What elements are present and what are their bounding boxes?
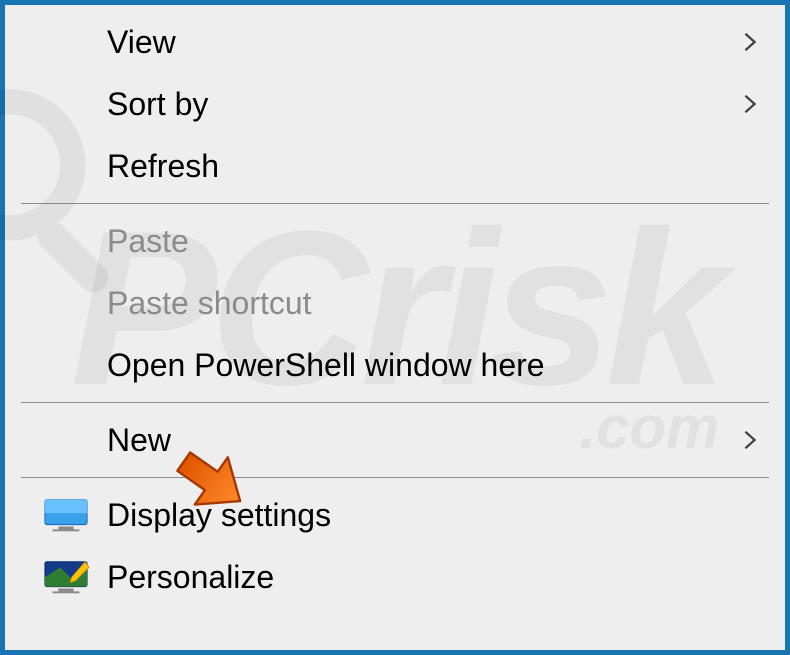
chevron-right-icon (739, 93, 761, 115)
menu-item-new[interactable]: New (5, 409, 785, 471)
menu-item-label: Open PowerShell window here (107, 347, 761, 384)
menu-item-sort-by[interactable]: Sort by (5, 73, 785, 135)
desktop-context-menu: PCrisk .com View Sort by Refresh Paste P… (0, 0, 790, 655)
separator (21, 203, 769, 204)
menu-item-open-powershell[interactable]: Open PowerShell window here (5, 334, 785, 396)
menu-item-display-settings[interactable]: Display settings (5, 484, 785, 546)
separator (21, 402, 769, 403)
menu-item-paste: Paste (5, 210, 785, 272)
separator (21, 477, 769, 478)
menu-item-label: Paste shortcut (107, 285, 761, 322)
menu-item-label: Refresh (107, 148, 761, 185)
menu-item-label: New (107, 422, 739, 459)
menu-item-label: Paste (107, 223, 761, 260)
menu-item-personalize[interactable]: Personalize (5, 546, 785, 608)
monitor-icon (43, 497, 89, 533)
personalize-icon (43, 559, 89, 595)
menu-item-view[interactable]: View (5, 11, 785, 73)
menu-item-label: View (107, 24, 739, 61)
menu-item-refresh[interactable]: Refresh (5, 135, 785, 197)
icon-slot (43, 559, 107, 595)
icon-slot (43, 497, 107, 533)
menu-item-paste-shortcut: Paste shortcut (5, 272, 785, 334)
chevron-right-icon (739, 429, 761, 451)
chevron-right-icon (739, 31, 761, 53)
menu-item-label: Personalize (107, 559, 761, 596)
menu-item-label: Display settings (107, 497, 761, 534)
menu-item-label: Sort by (107, 86, 739, 123)
